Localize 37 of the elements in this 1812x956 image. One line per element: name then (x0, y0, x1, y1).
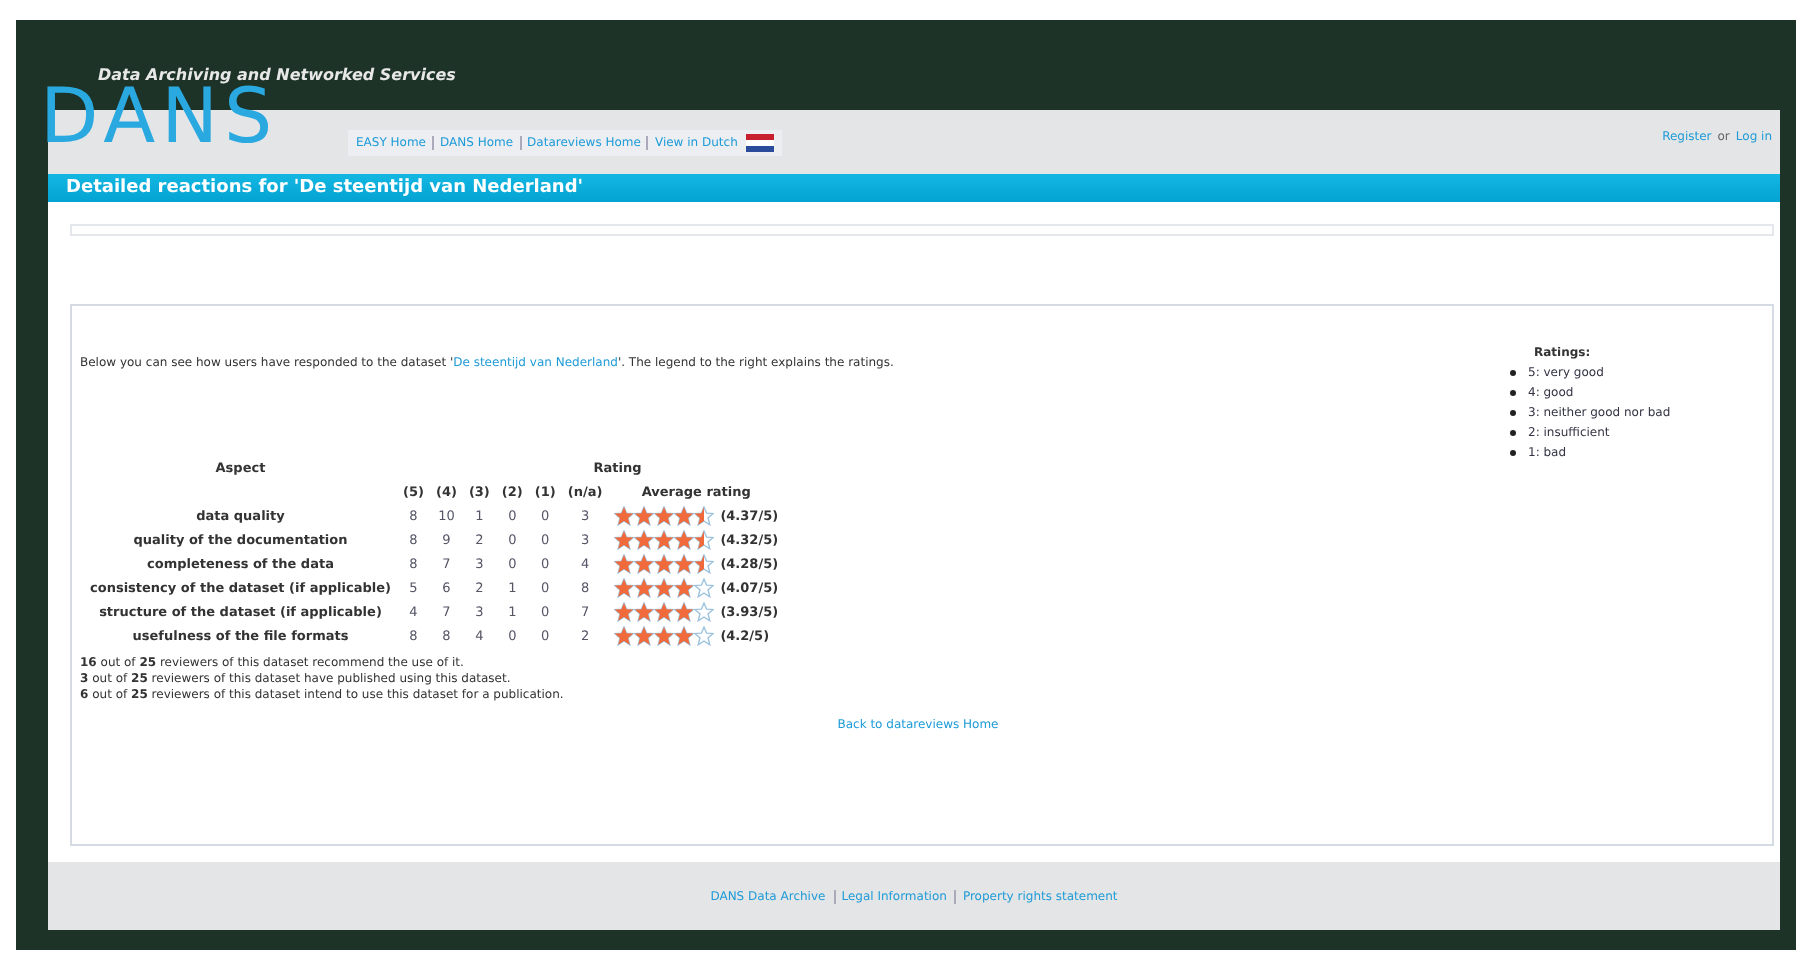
star-icon (674, 578, 695, 598)
star-icon (654, 602, 675, 622)
star-icon (634, 554, 655, 574)
star-icon (694, 530, 715, 550)
bullet-icon (1510, 430, 1516, 436)
star-icon (634, 626, 655, 646)
star-icon (614, 554, 635, 574)
star-icon (614, 602, 635, 622)
star-icon (674, 626, 695, 646)
star-icon (674, 602, 695, 622)
bullet-icon (1510, 450, 1516, 456)
star-icon (614, 530, 635, 550)
star-icon (614, 626, 635, 646)
star-icon (654, 578, 675, 598)
star-icon (654, 626, 675, 646)
star-icon (674, 506, 695, 526)
star-icon (694, 554, 715, 574)
star-icon (694, 602, 715, 622)
page-title: Detailed reactions for 'De steentijd van Nederland' (66, 178, 584, 198)
star-icon (614, 578, 635, 598)
star-icon (634, 602, 655, 622)
star-icon (634, 578, 655, 598)
bullet-icon (1510, 410, 1516, 416)
star-icon (674, 530, 695, 550)
star-icon (674, 554, 695, 574)
star-icon (634, 506, 655, 526)
star-icon (634, 530, 655, 550)
bullet-icon (1510, 390, 1516, 396)
star-icon (694, 506, 715, 526)
star-icon (654, 506, 675, 526)
star-icon (694, 578, 715, 598)
bullet-icon (1510, 370, 1516, 376)
star-icon (694, 626, 715, 646)
star-icon (614, 506, 635, 526)
star-icon (654, 530, 675, 550)
star-icon (654, 554, 675, 574)
flag-icon (745, 134, 774, 152)
